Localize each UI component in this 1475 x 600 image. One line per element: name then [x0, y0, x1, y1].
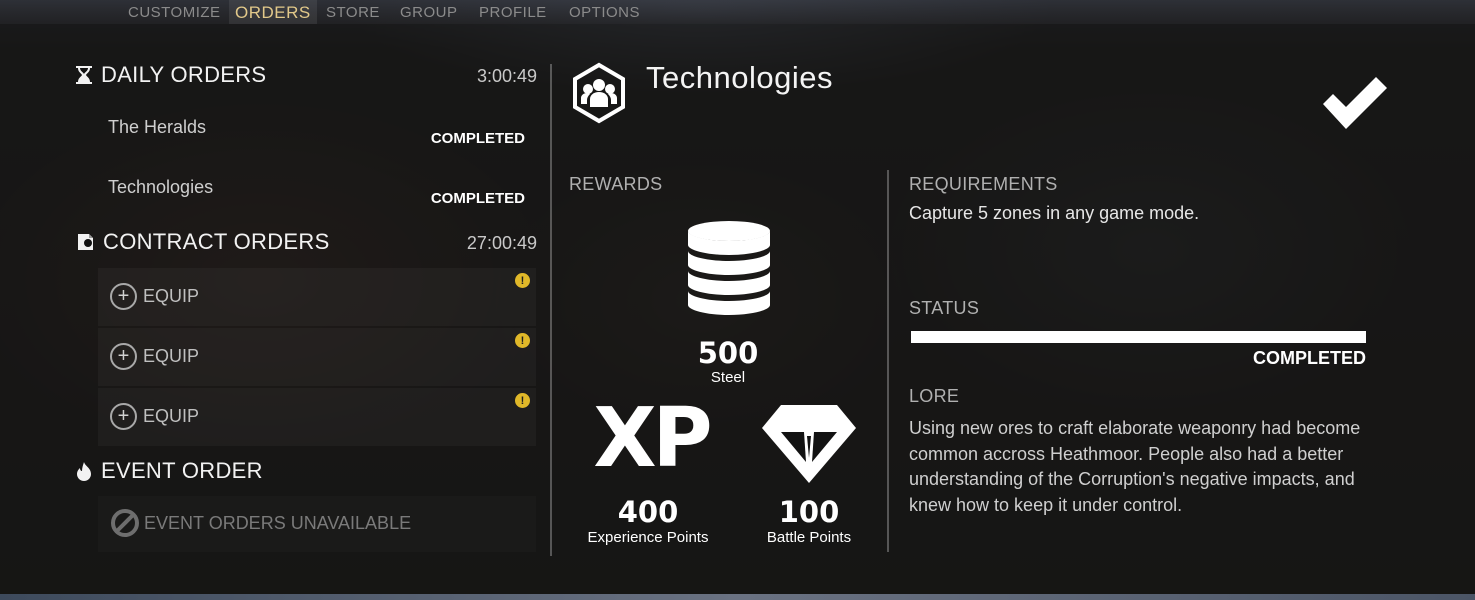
flame-icon: [77, 462, 91, 481]
plus-icon: +: [110, 282, 137, 310]
event-order-heading: EVENT ORDER: [75, 458, 263, 484]
steel-stack-icon: [688, 221, 770, 315]
requirements-text: Capture 5 zones in any game mode.: [909, 203, 1200, 223]
panel-divider: [550, 64, 552, 556]
status-label: STATUS: [909, 298, 980, 318]
checkmark-icon: [1323, 77, 1387, 129]
equip-button[interactable]: + EQUIP: [110, 402, 199, 430]
contract-orders-title: CONTRACT ORDERS: [103, 229, 330, 254]
lore-text: Using new ores to craft elaborate weapon…: [909, 418, 1361, 515]
status-value: COMPLETED: [1252, 348, 1366, 368]
steel-reward-value: 500: [697, 336, 759, 370]
rewards-label: REWARDS: [569, 174, 663, 194]
diamond-icon: [762, 405, 856, 483]
equip-label: EQUIP: [143, 285, 200, 306]
contract-slot[interactable]: + EQUIP !: [98, 268, 536, 326]
daily-order-name[interactable]: Technologies: [108, 177, 213, 198]
event-unavailable: EVENT ORDERS UNAVAILABLE: [110, 508, 411, 538]
xp-reward-value: 400: [617, 495, 679, 529]
contract-icon: [78, 234, 93, 250]
battle-reward-value: 100: [778, 495, 840, 529]
steel-reward-label: Steel: [710, 369, 746, 386]
plus-icon: +: [110, 342, 137, 370]
equip-label: EQUIP: [143, 405, 200, 426]
tab-options[interactable]: OPTIONS: [569, 0, 640, 24]
tab-group[interactable]: GROUP: [400, 0, 458, 24]
daily-order-status: COMPLETED: [430, 190, 525, 207]
tab-customize[interactable]: CUSTOMIZE: [128, 0, 221, 24]
lore-label: LORE: [909, 386, 960, 406]
tab-orders[interactable]: ORDERS: [229, 0, 317, 24]
contract-slot[interactable]: + EQUIP !: [98, 388, 536, 446]
status-progress-bar: [911, 331, 1366, 343]
hourglass-icon: [76, 66, 92, 84]
tab-store[interactable]: STORE: [326, 0, 380, 24]
plus-icon: +: [110, 402, 137, 430]
blocked-icon: [111, 509, 139, 537]
event-order-title: EVENT ORDER: [101, 458, 263, 483]
tab-profile[interactable]: PROFILE: [479, 0, 547, 24]
daily-orders-heading: DAILY ORDERS: [75, 62, 266, 88]
daily-order-name[interactable]: The Heralds: [108, 117, 206, 138]
technologies-icon: [573, 62, 625, 124]
order-title: Technologies: [646, 60, 833, 95]
warning-icon: !: [515, 333, 530, 348]
daily-orders-title: DAILY ORDERS: [101, 62, 267, 87]
daily-order-status: COMPLETED: [430, 130, 525, 147]
warning-icon: !: [515, 393, 530, 408]
top-nav: CUSTOMIZE ORDERS STORE GROUP PROFILE OPT…: [0, 0, 1475, 24]
contract-orders-heading: CONTRACT ORDERS: [75, 229, 330, 255]
contract-orders-timer: 27:00:49: [466, 233, 537, 253]
daily-orders-timer: 3:00:49: [476, 66, 537, 86]
battle-reward-label: Battle Points: [766, 529, 852, 546]
equip-button[interactable]: + EQUIP: [110, 342, 199, 370]
bottom-strip: [0, 594, 1475, 600]
xp-icon: XP: [593, 391, 712, 486]
detail-divider: [887, 170, 889, 552]
event-unavailable-label: EVENT ORDERS UNAVAILABLE: [144, 512, 412, 533]
requirements-label: REQUIREMENTS: [909, 174, 1058, 194]
equip-label: EQUIP: [143, 345, 200, 366]
contract-slot[interactable]: + EQUIP !: [98, 328, 536, 386]
warning-icon: !: [515, 273, 530, 288]
xp-reward-label: Experience Points: [587, 529, 709, 546]
equip-button[interactable]: + EQUIP: [110, 282, 199, 310]
